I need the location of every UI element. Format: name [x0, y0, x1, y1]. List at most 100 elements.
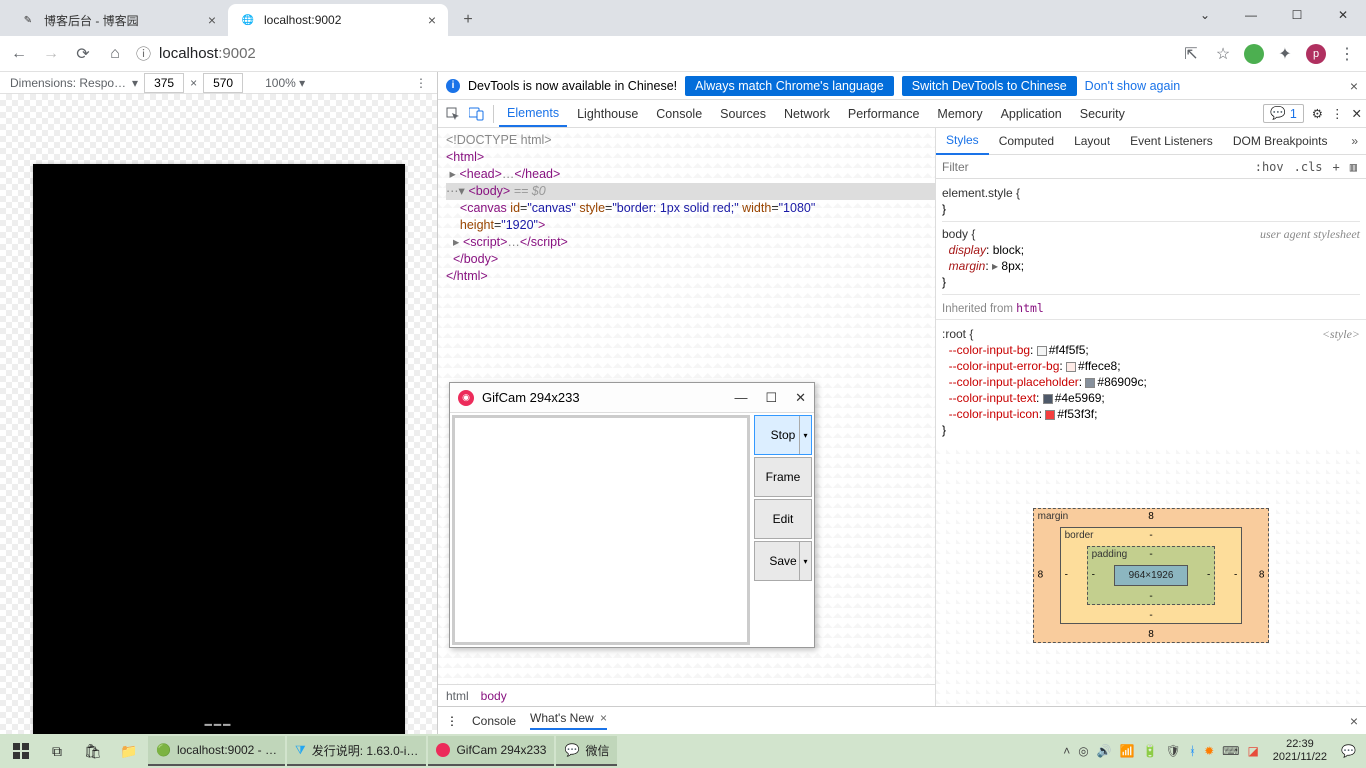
- close-icon[interactable]: ×: [208, 12, 216, 28]
- minimize-icon[interactable]: —: [734, 390, 747, 406]
- star-icon[interactable]: ☆: [1212, 43, 1234, 65]
- wifi-icon[interactable]: 📶: [1120, 744, 1135, 758]
- tab-sources[interactable]: Sources: [712, 100, 774, 127]
- tray-overflow-icon[interactable]: ˄: [1063, 744, 1070, 758]
- tab-layout[interactable]: Layout: [1064, 128, 1120, 155]
- tab-network[interactable]: Network: [776, 100, 838, 127]
- store-icon[interactable]: 🛍: [76, 736, 110, 766]
- source-link[interactable]: user agent stylesheet: [1260, 226, 1360, 242]
- style-rules[interactable]: element.style { } user agent stylesheet …: [936, 179, 1366, 297]
- tab-eventlisteners[interactable]: Event Listeners: [1120, 128, 1223, 155]
- back-icon[interactable]: ←: [8, 43, 30, 65]
- dom-node[interactable]: <!DOCTYPE html>: [446, 132, 935, 149]
- chevron-down-icon[interactable]: ▾: [132, 76, 138, 90]
- share-icon[interactable]: ⇱: [1180, 43, 1202, 65]
- kebab-icon[interactable]: ⋮: [415, 76, 427, 90]
- taskbar-clock[interactable]: 22:39 2021/11/22: [1267, 738, 1333, 764]
- close-icon[interactable]: ✕: [1352, 106, 1362, 121]
- dom-node[interactable]: <canvas id="canvas" style="border: 1px s…: [446, 200, 935, 217]
- keyboard-icon[interactable]: ⌨: [1222, 744, 1239, 758]
- new-tab-button[interactable]: +: [454, 6, 482, 34]
- minimize-icon[interactable]: —: [1228, 0, 1274, 30]
- add-rule-icon[interactable]: +: [1330, 160, 1343, 174]
- kebab-icon[interactable]: ⋮: [1331, 106, 1344, 121]
- address-bar[interactable]: ⓘ localhost:9002: [136, 43, 1170, 64]
- source-link[interactable]: <style>: [1322, 326, 1360, 342]
- gifcam-titlebar[interactable]: ◉ GifCam 294x233 — ☐ ✕: [450, 383, 814, 413]
- caret-down-icon[interactable]: ⌄: [1182, 0, 1228, 30]
- avatar[interactable]: p: [1306, 44, 1326, 64]
- tab-elements[interactable]: Elements: [499, 100, 567, 127]
- dom-node[interactable]: ▸<script>…</script>: [446, 234, 935, 251]
- dom-node[interactable]: </html>: [446, 268, 935, 285]
- notifications-icon[interactable]: 💬: [1341, 744, 1356, 758]
- inspect-icon[interactable]: [442, 103, 464, 125]
- taskbar-vscode[interactable]: ⧩发行说明: 1.63.0-i…: [287, 736, 426, 766]
- computed-toggle-icon[interactable]: ▥: [1347, 160, 1360, 174]
- tab-performance[interactable]: Performance: [840, 100, 928, 127]
- hov-toggle[interactable]: :hov: [1252, 160, 1287, 174]
- dom-node[interactable]: <html>: [446, 149, 935, 166]
- kebab-icon[interactable]: ⋮: [446, 714, 458, 728]
- taskbar-gifcam[interactable]: GifCam 294x233: [428, 736, 554, 766]
- tray-app-icon[interactable]: ✹: [1204, 744, 1214, 758]
- close-icon[interactable]: ×: [428, 12, 436, 28]
- zoom-select[interactable]: 100% ▾: [265, 76, 305, 90]
- tray-app-icon[interactable]: ◪: [1247, 744, 1258, 758]
- task-view-icon[interactable]: ⧉: [40, 736, 74, 766]
- dom-node[interactable]: </body>: [446, 251, 935, 268]
- taskbar-wechat[interactable]: 💬微信: [556, 736, 617, 766]
- dom-node[interactable]: ▸<head>…</head>: [446, 166, 935, 183]
- drawer-console[interactable]: Console: [472, 714, 516, 728]
- height-input[interactable]: [203, 73, 243, 93]
- tab-memory[interactable]: Memory: [929, 100, 990, 127]
- bluetooth-icon[interactable]: ᚼ: [1189, 744, 1196, 758]
- stop-button[interactable]: Stop▾: [754, 415, 812, 455]
- switch-chinese-button[interactable]: Switch DevTools to Chinese: [902, 76, 1077, 96]
- browser-tab-1[interactable]: ✎ 博客后台 - 博客园 ×: [8, 4, 228, 36]
- home-icon[interactable]: ⌂: [104, 43, 126, 65]
- dimensions-dropdown[interactable]: Dimensions: Respo…: [10, 76, 126, 90]
- info-icon[interactable]: ⓘ: [136, 43, 151, 64]
- dom-node[interactable]: height="1920">: [446, 217, 935, 234]
- battery-icon[interactable]: 🔋: [1143, 744, 1158, 758]
- edit-button[interactable]: Edit: [754, 499, 812, 539]
- tab-application[interactable]: Application: [993, 100, 1070, 127]
- gifcam-window[interactable]: ◉ GifCam 294x233 — ☐ ✕ Stop▾ Frame Edit …: [449, 382, 815, 648]
- chevron-down-icon[interactable]: ▾: [799, 416, 811, 454]
- profile-dot[interactable]: [1244, 44, 1264, 64]
- close-icon[interactable]: ×: [1350, 713, 1358, 729]
- close-icon[interactable]: ✕: [1320, 0, 1366, 30]
- chevron-down-icon[interactable]: ▾: [799, 542, 811, 580]
- extensions-icon[interactable]: ✦: [1274, 43, 1296, 65]
- close-icon[interactable]: ×: [597, 711, 607, 725]
- filter-input[interactable]: [942, 160, 1248, 174]
- taskbar-chrome[interactable]: 🟢localhost:9002 - …: [148, 736, 285, 766]
- tab-console[interactable]: Console: [648, 100, 710, 127]
- overflow-icon[interactable]: »: [1343, 134, 1366, 148]
- gear-icon[interactable]: ⚙: [1312, 106, 1323, 121]
- maximize-icon[interactable]: ☐: [765, 390, 777, 406]
- bm-content[interactable]: 964×1926: [1114, 565, 1189, 586]
- browser-tab-2[interactable]: 🌐 localhost:9002 ×: [228, 4, 448, 36]
- width-input[interactable]: [144, 73, 184, 93]
- bm-padding[interactable]: padding ---- 964×1926: [1087, 546, 1216, 605]
- cls-toggle[interactable]: .cls: [1291, 160, 1326, 174]
- close-icon[interactable]: ✕: [795, 390, 806, 406]
- tab-computed[interactable]: Computed: [989, 128, 1064, 155]
- tab-lighthouse[interactable]: Lighthouse: [569, 100, 646, 127]
- crumb-body[interactable]: body: [481, 689, 507, 703]
- explorer-icon[interactable]: 📁: [112, 736, 146, 766]
- kebab-icon[interactable]: ⋮: [1336, 43, 1358, 65]
- reload-icon[interactable]: ⟳: [72, 43, 94, 65]
- tab-security[interactable]: Security: [1072, 100, 1133, 127]
- volume-icon[interactable]: 🔊: [1097, 744, 1112, 758]
- frame-button[interactable]: Frame: [754, 457, 812, 497]
- dom-node-selected[interactable]: ⋯▾<body> == $0: [446, 183, 935, 200]
- save-button[interactable]: Save▾: [754, 541, 812, 581]
- drawer-whatsnew[interactable]: What's New ×: [530, 711, 607, 730]
- maximize-icon[interactable]: ☐: [1274, 0, 1320, 30]
- location-icon[interactable]: ◎: [1078, 744, 1088, 758]
- device-toggle-icon[interactable]: [466, 103, 488, 125]
- tab-styles[interactable]: Styles: [936, 128, 989, 155]
